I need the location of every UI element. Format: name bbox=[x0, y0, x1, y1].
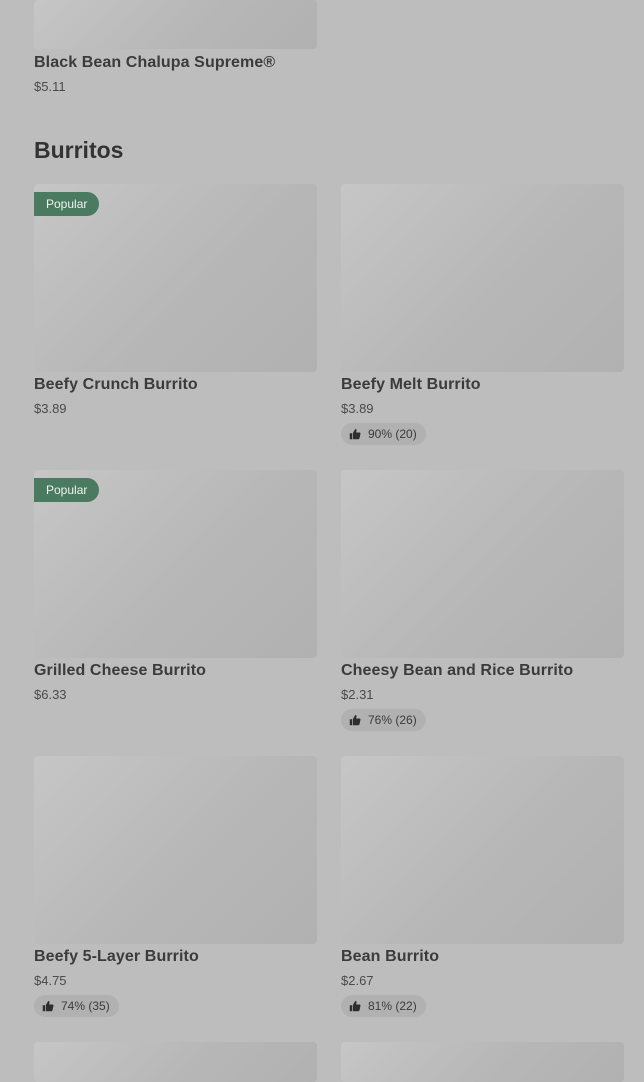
item-price-beefy-5-layer-burrito: $4.75 bbox=[34, 973, 67, 988]
rating-text: 74% (35) bbox=[61, 999, 110, 1013]
item-image-beefy-crunch-burrito[interactable]: Popular bbox=[34, 184, 317, 372]
item-price-bean-burrito: $2.67 bbox=[341, 973, 374, 988]
rating-pill: 76% (26) bbox=[341, 709, 426, 731]
thumbs-up-icon bbox=[42, 1001, 54, 1012]
item-image-next-left[interactable] bbox=[34, 1042, 317, 1082]
popular-badge: Popular bbox=[34, 478, 100, 502]
item-name-beefy-melt-burrito[interactable]: Beefy Melt Burrito bbox=[341, 376, 481, 394]
thumbs-up-icon bbox=[349, 1001, 361, 1012]
item-name-bean-burrito[interactable]: Bean Burrito bbox=[341, 948, 439, 966]
thumbs-up-icon bbox=[349, 715, 361, 726]
item-image-black-bean-chalupa[interactable] bbox=[34, 0, 317, 49]
item-image-beefy-melt-burrito[interactable] bbox=[341, 184, 624, 372]
item-image-beefy-5-layer-burrito[interactable] bbox=[34, 756, 317, 944]
item-name-beefy-5-layer-burrito[interactable]: Beefy 5-Layer Burrito bbox=[34, 948, 199, 966]
item-name-beefy-crunch-burrito[interactable]: Beefy Crunch Burrito bbox=[34, 376, 198, 394]
rating-pill: 90% (20) bbox=[341, 423, 426, 445]
thumbs-up-icon bbox=[349, 429, 361, 440]
item-price-beefy-melt-burrito: $3.89 bbox=[341, 401, 374, 416]
rating-text: 81% (22) bbox=[368, 999, 417, 1013]
rating-text: 76% (26) bbox=[368, 713, 417, 727]
rating-pill: 81% (22) bbox=[341, 995, 426, 1017]
item-image-bean-burrito[interactable] bbox=[341, 756, 624, 944]
section-title: Burritos bbox=[34, 137, 124, 163]
rating-pill: 74% (35) bbox=[34, 995, 119, 1017]
menu-page: Black Bean Chalupa Supreme® $5.11 Burrit… bbox=[0, 0, 644, 1082]
rating-text: 90% (20) bbox=[368, 427, 417, 441]
item-price-beefy-crunch-burrito: $3.89 bbox=[34, 401, 67, 416]
item-price-grilled-cheese-burrito: $6.33 bbox=[34, 687, 67, 702]
item-price-cheesy-bean-rice-burrito: $2.31 bbox=[341, 687, 374, 702]
popular-badge: Popular bbox=[34, 192, 100, 216]
item-image-grilled-cheese-burrito[interactable]: Popular bbox=[34, 470, 317, 658]
item-image-cheesy-bean-rice-burrito[interactable] bbox=[341, 470, 624, 658]
item-name-grilled-cheese-burrito[interactable]: Grilled Cheese Burrito bbox=[34, 662, 206, 680]
item-price-black-bean-chalupa: $5.11 bbox=[34, 79, 66, 94]
item-name-black-bean-chalupa[interactable]: Black Bean Chalupa Supreme® bbox=[34, 54, 275, 72]
item-name-cheesy-bean-rice-burrito[interactable]: Cheesy Bean and Rice Burrito bbox=[341, 662, 573, 680]
item-image-next-right[interactable] bbox=[341, 1042, 624, 1082]
